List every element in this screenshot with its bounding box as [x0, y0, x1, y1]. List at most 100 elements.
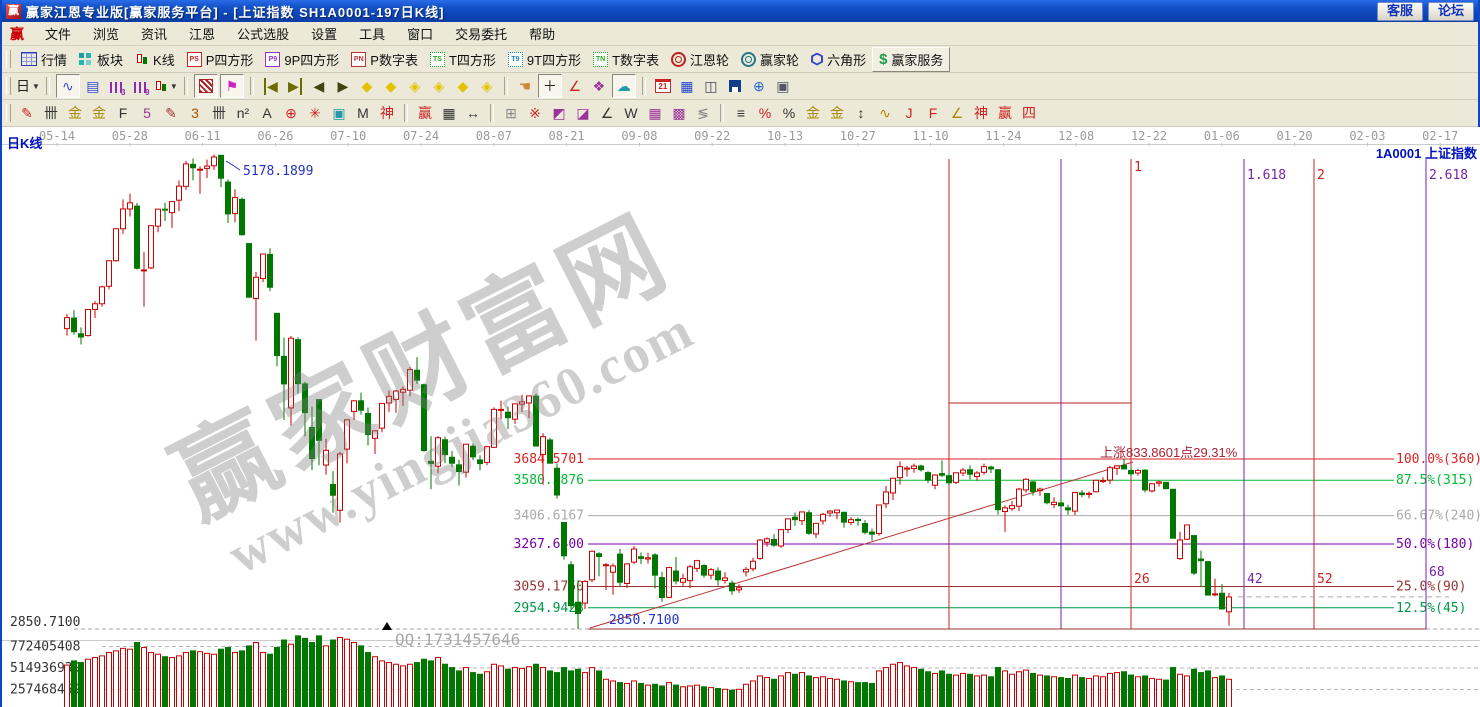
menu-item-浏览[interactable]: 浏览 [82, 25, 130, 44]
hand-tool-icon[interactable]: ☚ [514, 75, 536, 97]
cloud-tool-icon[interactable]: ☁ [612, 74, 636, 98]
gann-box2-icon[interactable]: ◪ [572, 102, 594, 124]
toolbar-button-赢家轮[interactable]: 赢家轮 [735, 48, 805, 71]
period-selector[interactable]: 日▼ [16, 75, 40, 97]
menu-item-文件[interactable]: 文件 [34, 25, 82, 44]
percent-icon[interactable]: % [778, 102, 800, 124]
fib-tool-icon[interactable]: F [112, 102, 134, 124]
f-angle-icon[interactable]: F [922, 102, 944, 124]
date-axis-label: 08-07 [476, 129, 512, 143]
forum-button[interactable]: 论坛 [1428, 2, 1474, 21]
gann-box-icon[interactable]: ◩ [548, 102, 570, 124]
toolbar-button-T四方形[interactable]: TST四方形 [424, 48, 502, 71]
toolbar-button-9P四方形[interactable]: P99P四方形 [259, 48, 345, 71]
shen-tool-icon[interactable]: 神 [376, 102, 398, 124]
gold-line2-icon[interactable]: 金 [88, 102, 110, 124]
grid-count-icon[interactable]: 卌 [40, 102, 62, 124]
menu-item-资讯[interactable]: 资讯 [130, 25, 178, 44]
diamond-shrink-icon[interactable]: ◈ [428, 75, 450, 97]
crosshair-icon[interactable]: ＋ [538, 74, 562, 98]
bars9-icon[interactable]: 9 [130, 75, 152, 97]
m-pattern-icon[interactable]: M [352, 102, 374, 124]
kline-style-icon[interactable]: ▼ [154, 75, 178, 97]
menu-item-江恩[interactable]: 江恩 [178, 25, 226, 44]
square-number-icon[interactable]: n² [232, 102, 254, 124]
toolbar-button-六角形[interactable]: 六角形 [805, 48, 872, 71]
bottom-price-label: 2850.7100 [609, 613, 679, 628]
w-pattern-icon[interactable]: W [620, 102, 642, 124]
fib-percent-label: 25.0%(90) [1396, 580, 1466, 595]
calculator-icon[interactable]: ▦ [676, 75, 698, 97]
notepad-icon[interactable]: ◫ [700, 75, 722, 97]
menu-item-窗口[interactable]: 窗口 [396, 25, 444, 44]
pen-tool-icon[interactable]: ✎ [16, 102, 38, 124]
shen-angle-icon[interactable]: 神 [970, 102, 992, 124]
gold-angle-icon[interactable]: ∠ [946, 102, 968, 124]
tally-icon[interactable]: 卌 [208, 102, 230, 124]
measure-icon[interactable]: ↔ [462, 102, 484, 124]
menu-item-公式选股[interactable]: 公式选股 [226, 25, 300, 44]
toolbar-button-赢家服务[interactable]: $赢家服务 [872, 47, 950, 72]
toolbar-button-行情[interactable]: 行情 [15, 48, 73, 71]
gold-line-icon[interactable]: 金 [64, 102, 86, 124]
zigzag-icon[interactable]: ≶ [692, 102, 714, 124]
next-icon[interactable]: ▶ [332, 75, 354, 97]
gold-level-icon[interactable]: 金 [826, 102, 848, 124]
win-angle-icon[interactable]: 赢 [994, 102, 1016, 124]
four-angle-icon[interactable]: 四 [1018, 102, 1040, 124]
menu-item-工具[interactable]: 工具 [348, 25, 396, 44]
win-box-icon[interactable]: 赢 [414, 102, 436, 124]
bars3-icon[interactable]: 3 [106, 75, 128, 97]
pattern-icon[interactable] [194, 74, 218, 98]
prev-icon[interactable]: ◀ [308, 75, 330, 97]
ornament-tool-icon[interactable]: ❖ [588, 75, 610, 97]
chart-canvas[interactable]: 05-1405-2806-1106-2607-1007-2408-0708-21… [2, 127, 1480, 707]
levels-icon[interactable]: ≡ [730, 102, 752, 124]
letter-a-icon[interactable]: A [256, 102, 278, 124]
calendar-icon[interactable]: 21 [652, 75, 674, 97]
j-angle-icon[interactable]: J [898, 102, 920, 124]
toolbar-button-板块[interactable]: 板块 [73, 48, 129, 71]
marker-pen-icon[interactable]: ✎ [160, 102, 182, 124]
customer-service-button[interactable]: 客服 [1377, 2, 1423, 21]
number-grid-icon[interactable]: ▦ [438, 102, 460, 124]
wave5-icon[interactable]: 5 [136, 102, 158, 124]
network-icon[interactable]: ⊕ [748, 75, 770, 97]
angle-lines-icon[interactable]: ∠ [596, 102, 618, 124]
flag-icon[interactable]: ⚑ [220, 74, 244, 98]
angle-tool-icon[interactable]: ∠ [564, 75, 586, 97]
diamond-right-icon[interactable]: ◆ [380, 75, 402, 97]
first-page-icon[interactable]: ◀ [260, 75, 282, 97]
diamond-left-icon[interactable]: ◆ [356, 75, 378, 97]
menu-item-帮助[interactable]: 帮助 [518, 25, 566, 44]
toolbar-button-9T四方形[interactable]: T99T四方形 [502, 48, 587, 71]
target-icon[interactable]: ⊕ [280, 102, 302, 124]
toolbar-button-P四方形[interactable]: PSP四方形 [181, 48, 260, 71]
toolbar-button-K线[interactable]: K线 [129, 48, 181, 71]
toolbar-button-P数字表[interactable]: PNP数字表 [345, 48, 424, 71]
toolbar-button-T数字表[interactable]: TNT数字表 [587, 48, 665, 71]
save-icon[interactable] [724, 75, 746, 97]
star-rays-icon[interactable]: ✳ [304, 102, 326, 124]
quote-list-icon[interactable]: ▤ [82, 75, 104, 97]
diamond-cross-icon[interactable]: ◈ [476, 75, 498, 97]
last-page-icon[interactable]: ▶ [284, 75, 306, 97]
toolbar-button-江恩轮[interactable]: 江恩轮 [665, 48, 735, 71]
printer-icon[interactable]: ▣ [772, 75, 794, 97]
menu-item-交易委托[interactable]: 交易委托 [444, 25, 518, 44]
trend-chart-icon[interactable]: ∿ [56, 74, 80, 98]
box-tool-icon[interactable]: ⊞ [500, 102, 522, 124]
percent-red-icon[interactable]: % [754, 102, 776, 124]
menu-item-设置[interactable]: 设置 [300, 25, 348, 44]
vertical-measure-icon[interactable]: ↕ [850, 102, 872, 124]
square-grid-icon[interactable]: ▣ [328, 102, 350, 124]
toolbar-button-label: P数字表 [370, 50, 418, 69]
fan-rays-icon[interactable]: ※ [524, 102, 546, 124]
gold-circle-icon[interactable]: 金 [802, 102, 824, 124]
diamond-up-icon[interactable]: ◆ [452, 75, 474, 97]
grid-icon[interactable]: ▦ [644, 102, 666, 124]
diamond-expand-icon[interactable]: ◈ [404, 75, 426, 97]
cycle3-icon[interactable]: 3 [184, 102, 206, 124]
shaded-grid-icon[interactable]: ▩ [668, 102, 690, 124]
wave-gold-icon[interactable]: ∿ [874, 102, 896, 124]
